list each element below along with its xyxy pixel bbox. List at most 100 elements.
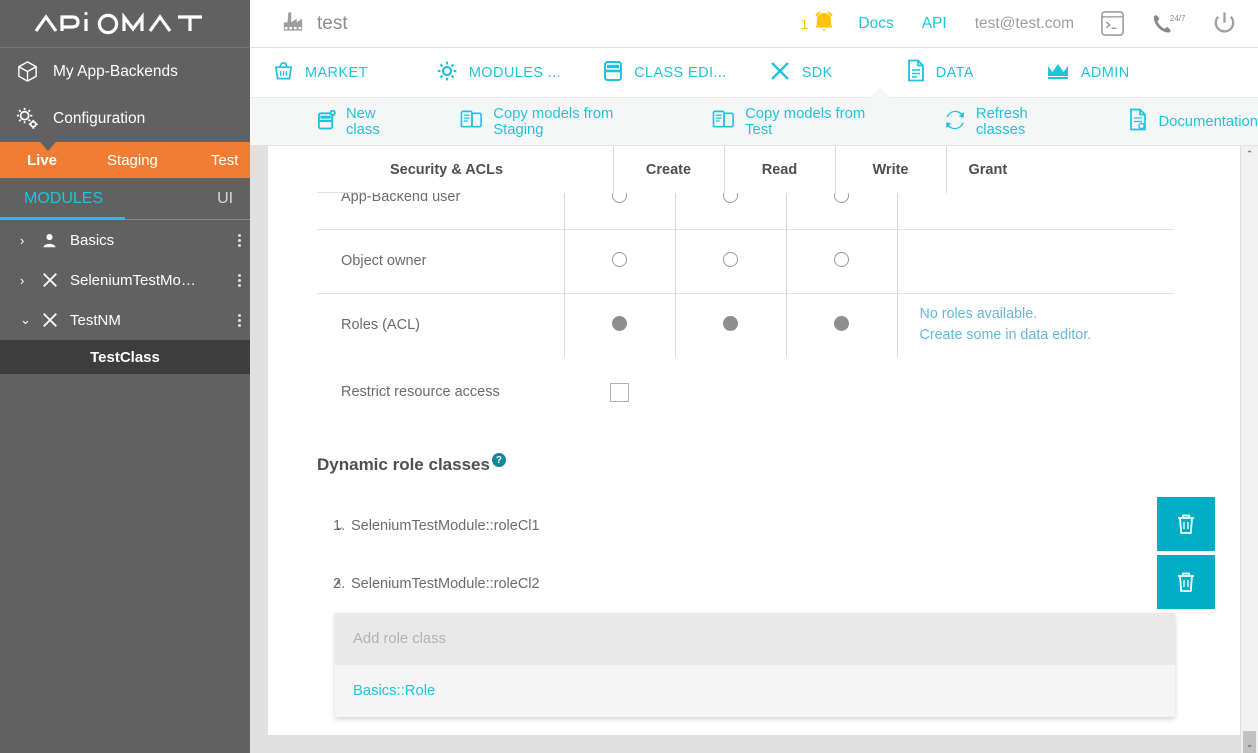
documentation-button[interactable]: Documentation [1129, 108, 1258, 135]
env-tab-live[interactable]: Live [17, 152, 67, 169]
vertical-scrollbar[interactable]: ⌃ ⌄ [1240, 146, 1258, 753]
main-navigation: MARKET MODULES ... CLASS EDI... SDK DATA… [250, 48, 1258, 98]
radio-read[interactable] [723, 315, 738, 331]
delete-role-class-button[interactable] [1157, 555, 1215, 609]
nav-admin[interactable]: ADMIN [1046, 48, 1130, 98]
gears-icon [14, 106, 40, 131]
restrict-label: Restrict resource access [341, 384, 500, 400]
new-class-icon [317, 109, 336, 135]
chevron-right-icon[interactable]: › [20, 273, 32, 288]
apiomat-logo-icon [34, 11, 202, 34]
radio-write[interactable] [834, 251, 849, 267]
sidebar-tree-item-testclass[interactable]: TestClass [0, 340, 250, 374]
sidebar-tree-label: Basics [70, 231, 115, 249]
sidebar-tree-item-basics[interactable]: › Basics [0, 220, 250, 260]
no-roles-text: No roles available. [919, 306, 1038, 323]
nav-data[interactable]: DATA [907, 48, 974, 98]
sidebar-tree-label: TestNM [70, 311, 121, 329]
acl-col-write: Write [834, 146, 946, 193]
copy-models-from-staging-button[interactable]: Copy models from Staging [460, 106, 665, 138]
scroll-up-arrow[interactable]: ⌃ [1241, 146, 1258, 163]
svg-text:24/7: 24/7 [1170, 14, 1185, 23]
class-editor-icon [603, 60, 623, 86]
dynamic-role-classes-heading: Dynamic role classes ? [317, 453, 506, 475]
sidebar-item-my-app-backends[interactable]: My App-Backends [0, 48, 250, 95]
tree-item-menu-icon[interactable] [228, 272, 250, 289]
notification-count: 1 [800, 15, 809, 32]
help-icon[interactable]: ? [491, 453, 506, 467]
env-active-pointer [40, 142, 56, 151]
user-email[interactable]: test@test.com [975, 15, 1074, 33]
acl-cell-read [674, 228, 786, 293]
copy-models-from-test-button[interactable]: Copy models from Test [712, 106, 894, 138]
acl-cell-create [563, 292, 675, 357]
acl-col-grant: Grant [945, 146, 1223, 193]
radio-create[interactable] [612, 251, 627, 267]
radio-create[interactable] [612, 315, 627, 331]
chevron-down-icon[interactable]: ⌄ [20, 312, 32, 328]
tree-item-menu-icon[interactable] [228, 232, 250, 249]
acl-cell-grant: No roles available. Create some in data … [896, 292, 1175, 357]
sub-toolbar-label: Documentation [1158, 113, 1258, 130]
sidebar-item-label: Configuration [53, 109, 146, 127]
tree-item-menu-icon[interactable] [228, 312, 250, 329]
environment-switcher: Live Staging Test [0, 142, 250, 178]
role-class-name: SeleniumTestModule::roleCl2 [351, 576, 540, 592]
acl-col-create: Create [612, 146, 724, 193]
copy-icon [460, 109, 483, 135]
create-roles-link[interactable]: Create some in data editor. [920, 325, 1175, 346]
nav-class-editor[interactable]: CLASS EDI... [603, 48, 727, 98]
terminal-icon[interactable] [1100, 10, 1125, 37]
docs-link[interactable]: Docs [858, 15, 893, 33]
nav-label: DATA [935, 64, 974, 81]
add-role-class-input[interactable]: Add role class [335, 613, 1175, 665]
acl-cell-write [785, 228, 897, 293]
refresh-icon [944, 109, 966, 135]
delete-role-class-button[interactable] [1157, 497, 1215, 551]
restrict-checkbox-cell [564, 382, 675, 402]
nav-market[interactable]: MARKET [273, 48, 368, 98]
dropdown-option-basics-role[interactable]: Basics::Role [335, 665, 1175, 717]
phone-24-7-icon[interactable]: 24/7 [1151, 12, 1185, 36]
nav-sdk[interactable]: SDK [769, 48, 833, 98]
role-index: 1. [333, 518, 346, 534]
scroll-down-arrow[interactable]: ⌄ [1241, 736, 1258, 753]
sidebar-item-configuration[interactable]: Configuration [0, 95, 250, 142]
chevron-up-icon[interactable]: ˄ [335, 578, 351, 590]
bell-icon[interactable] [812, 9, 836, 39]
api-link[interactable]: API [922, 15, 947, 33]
acl-cell-read [674, 292, 786, 357]
radio-write[interactable] [834, 315, 849, 331]
chevron-right-icon[interactable]: › [20, 233, 32, 248]
tools-icon [41, 271, 61, 289]
list-item: 1. ⌄ SeleniumTestModule::roleCl1 [317, 497, 1215, 555]
card-scroll-region: Security & ACLs Create Read Write Grant [268, 146, 1258, 735]
sidebar-tree-label: SeleniumTestMo… [70, 271, 196, 289]
app-title-wrap: test [282, 11, 348, 37]
tools-icon [41, 311, 61, 329]
new-class-button[interactable]: New class [317, 106, 412, 138]
sidebar-tree-item-testnm[interactable]: ⌄ TestNM [0, 300, 250, 340]
brand-logo[interactable] [0, 0, 250, 48]
person-icon [41, 232, 61, 249]
sub-toolbar-label: Copy models from Test [745, 105, 866, 138]
restrict-resource-access-checkbox[interactable] [610, 382, 629, 402]
radio-read[interactable] [723, 251, 738, 267]
nav-label: MODULES ... [468, 64, 562, 81]
top-bar: test 1 Docs API test@test.com 24/7 [250, 0, 1258, 48]
sidebar-item-label: My App-Backends [53, 62, 178, 80]
acl-row-label: Object owner [317, 228, 564, 293]
nav-label: CLASS EDI... [634, 64, 727, 81]
env-tab-test[interactable]: Test [201, 152, 249, 169]
tab-modules[interactable]: MODULES [16, 178, 111, 220]
sidebar-tree-item-seleniumtestmodule[interactable]: › SeleniumTestMo… [0, 260, 250, 300]
acl-cell-grant [896, 228, 1174, 293]
env-tab-staging[interactable]: Staging [97, 152, 168, 169]
nav-modules[interactable]: MODULES ... [436, 48, 561, 98]
chevron-down-icon[interactable]: ⌄ [335, 520, 351, 533]
tab-ui[interactable]: UI [209, 178, 241, 220]
refresh-classes-button[interactable]: Refresh classes [944, 106, 1080, 138]
power-icon[interactable] [1211, 10, 1238, 37]
acl-sticky-header: Security & ACLs Create Read Write Grant [366, 146, 1223, 193]
tools-icon [769, 60, 791, 86]
